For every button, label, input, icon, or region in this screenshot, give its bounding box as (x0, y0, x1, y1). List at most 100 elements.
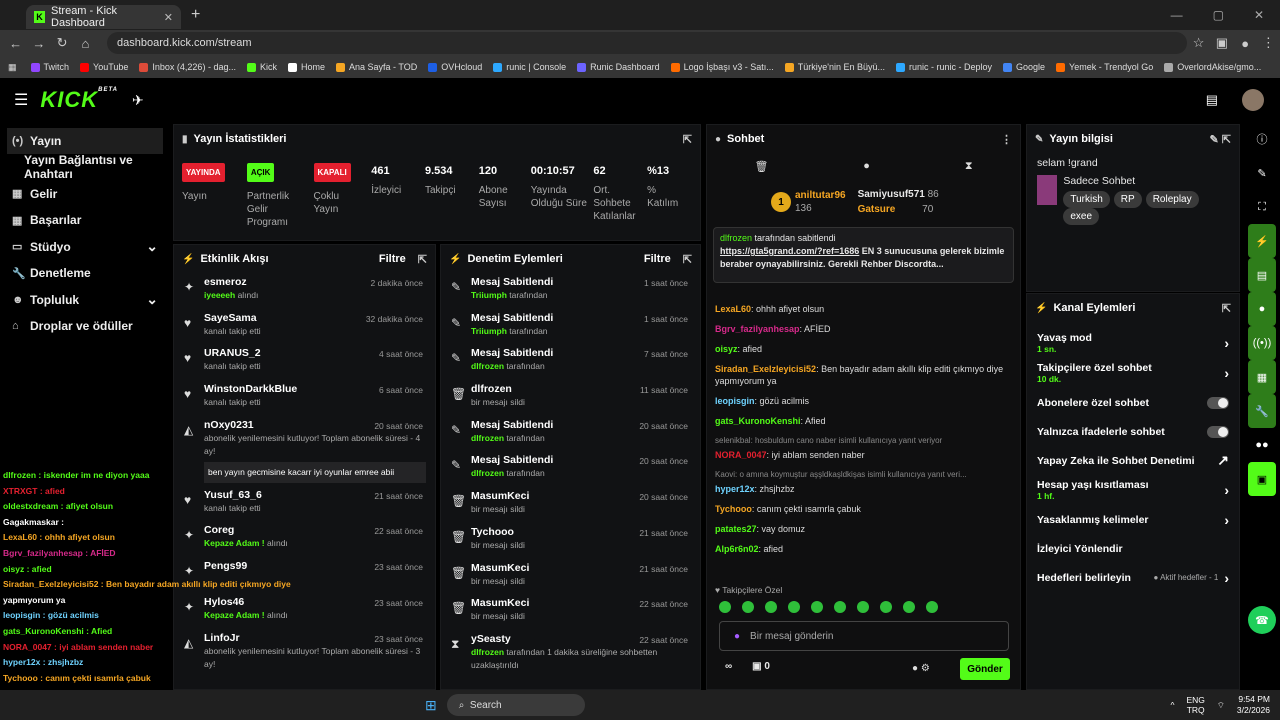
emote-icon[interactable] (788, 601, 800, 613)
bookmark-item[interactable]: Kick (246, 62, 277, 72)
home-icon[interactable]: ⌂ (74, 36, 97, 51)
gift-icon[interactable]: ▣ (1248, 462, 1276, 496)
bookmark-item[interactable]: YouTube (80, 62, 128, 72)
bookmark-item[interactable]: Inbox (4,226) - dag... (139, 62, 236, 72)
chat-username[interactable]: Alp6r6n02 (715, 544, 759, 554)
emote-icon[interactable] (857, 601, 869, 613)
pin-icon[interactable]: ✈ (132, 92, 144, 109)
hamburger-menu-icon[interactable]: ☰ (14, 90, 28, 110)
chat-username[interactable]: hyper12x (715, 484, 755, 494)
users-icon[interactable]: ●● (1248, 428, 1276, 462)
filter-button[interactable]: Filtre (644, 253, 671, 265)
feed-row[interactable]: ✎ Mesaj Sabitlendi dlfrozen tarafından 20 s… (441, 451, 700, 487)
chevron-right-icon[interactable]: › (1224, 512, 1229, 528)
new-tab-icon[interactable]: + (191, 6, 200, 24)
edit-icon[interactable]: ✎ ⇱ (1210, 133, 1232, 146)
windows-start-icon[interactable]: ⊞ (425, 697, 437, 714)
feed-row[interactable]: 🗑 dlfrozen bir mesajı sildi 11 saat önce (441, 380, 700, 416)
chat-username[interactable]: NORA_0047 (715, 450, 767, 460)
feed-row[interactable]: 🗑 MasumKeci bir mesajı sildi 22 saat önce (441, 594, 700, 630)
bookmark-item[interactable]: runic | Console (493, 62, 566, 72)
emote-icon[interactable] (765, 601, 777, 613)
bookmark-item[interactable]: Türkiye'nin En Büyü... (784, 62, 885, 72)
emote-icon[interactable] (926, 601, 938, 613)
avatar[interactable] (1242, 89, 1264, 111)
chat-username[interactable]: LexaL60 (715, 304, 751, 314)
kick-logo[interactable]: KICKBETA (40, 87, 118, 113)
feed-row[interactable]: ✎ Mesaj Sabitlendi dlfrozen tarafından 7 sa… (441, 344, 700, 380)
feed-row[interactable]: ✎ Mesaj Sabitlendi Triiumph tarafından 1 sa… (441, 309, 700, 345)
notes-icon[interactable]: ▤ (1248, 258, 1276, 292)
channel-action-row[interactable]: Hedefleri belirleyin ● Aktif hedefler - 1… (1027, 563, 1239, 592)
chat-message[interactable]: Tychooo: canım çekti ısamrla çabuk (707, 503, 1020, 515)
bookmark-item[interactable]: Home (287, 62, 325, 72)
emote-icon[interactable] (742, 601, 754, 613)
feed-row[interactable]: ♥ WinstonDarkkBlue kanalı takip etti 6 saat… (174, 380, 435, 416)
bookmark-item[interactable]: OVHcloud (428, 62, 482, 72)
fullscreen-icon[interactable]: ⛶ (1248, 190, 1276, 224)
chat-bubble-icon[interactable]: ● (863, 160, 870, 172)
chevron-right-icon[interactable]: ↗ (1217, 452, 1229, 469)
pinned-link[interactable]: https://gta5grand.com/?ref=1686 (720, 246, 859, 256)
chat-username[interactable]: Siradan_Exelzleyicisi52 (715, 364, 816, 374)
emote-icon[interactable] (903, 601, 915, 613)
feed-row[interactable]: ✦ Coreg Kepaze Adam ! alındı 22 saat önce (174, 521, 435, 557)
emote-icon[interactable] (719, 601, 731, 613)
sidebar-item[interactable]: ⌂ Droplar ve ödüller (0, 313, 170, 340)
stream-tag[interactable]: RP (1113, 191, 1142, 208)
feed-row[interactable]: ♥ Yusuf_63_6 kanalı takip etti 21 saat önce (174, 486, 435, 522)
feed-row[interactable]: ♥ SayeSama kanalı takip etti 32 dakika önce (174, 309, 435, 345)
channel-action-row[interactable]: Yasaklanmış kelimeler › (1027, 505, 1239, 534)
support-icon[interactable]: ☎ (1248, 606, 1276, 634)
trash-icon[interactable]: 🗑 (754, 160, 768, 173)
close-window-icon[interactable]: ✕ (1254, 8, 1264, 22)
browser-tab[interactable]: K Stream - Kick Dashboard ✕ (26, 5, 181, 29)
bookmark-item[interactable]: OverlordAkise/gmo... (1164, 62, 1261, 72)
channel-action-row[interactable]: Yavaş mod 1 sn. › (1027, 328, 1239, 358)
pinned-message[interactable]: dlfrozen tarafından sabitlendi https://g… (713, 227, 1014, 283)
points-icon[interactable]: ∞ (725, 661, 732, 672)
sidebar-item[interactable]: 🔧 Denetleme (0, 260, 170, 287)
profile-icon[interactable]: ● (1234, 36, 1257, 51)
channel-action-row[interactable]: Hesap yaşı kısıtlaması 1 hf. › (1027, 475, 1239, 505)
chat-input[interactable]: ● Bir mesaj gönderin (719, 621, 1009, 651)
chevron-down-icon[interactable]: ⌄ (146, 291, 158, 308)
chat-message[interactable]: Alp6r6n02: afied (707, 543, 1020, 555)
emote-icon[interactable] (880, 601, 892, 613)
lang-indicator[interactable]: ENG (1186, 695, 1204, 705)
popout-icon[interactable]: ⇱ (1222, 302, 1231, 315)
chat-username[interactable]: leopisgin (715, 396, 755, 406)
chat-message[interactable]: gats_KuronoKenshi: Afied (707, 415, 1020, 427)
chat-message[interactable]: oisyz: afied (707, 343, 1020, 355)
chat-settings-icon[interactable]: ● ⚙ (912, 663, 930, 674)
stream-tag[interactable]: Roleplay (1145, 191, 1199, 208)
popout-icon[interactable]: ⇱ (418, 253, 427, 266)
url-input[interactable]: dashboard.kick.com/stream (107, 32, 1187, 54)
feed-row[interactable]: ◭ nOxy0231 abonelik yenilemesini kutluyor!… (174, 416, 435, 486)
sidebar-item[interactable]: ▦ Başarılar (0, 207, 170, 234)
feed-row[interactable]: ♥ URANUS_2 kanalı takip etti 4 saat önce (174, 344, 435, 380)
forward-icon[interactable]: → (27, 36, 50, 51)
filter-button[interactable]: Filtre (379, 253, 406, 265)
toggle-switch[interactable] (1207, 425, 1229, 438)
chat-icon[interactable]: ● (1248, 292, 1276, 326)
feed-row[interactable]: ✎ Mesaj Sabitlendi dlfrozen tarafından 20 s… (441, 416, 700, 452)
emote-icon[interactable] (834, 601, 846, 613)
chat-username[interactable]: Tychooo (715, 504, 752, 514)
close-tab-icon[interactable]: ✕ (164, 11, 173, 24)
bookmark-item[interactable]: Twitch (30, 62, 69, 72)
channel-action-row[interactable]: İzleyici Yönlendir (1027, 534, 1239, 563)
info-icon[interactable]: ⓘ (1248, 122, 1276, 156)
reload-icon[interactable]: ↻ (51, 35, 74, 51)
hourglass-icon[interactable]: ⧗ (965, 160, 973, 173)
chat-message[interactable]: Bgrv_fazilyanhesap: AFİED (707, 323, 1020, 335)
sidebar-item[interactable]: ▦ Gelir (0, 181, 170, 208)
popout-icon[interactable]: ⇱ (683, 133, 692, 146)
sidebar-item[interactable]: ▭ Stüdyo ⌄ (0, 234, 170, 261)
feed-row[interactable]: ◭ LinfoJr abonelik yenilemesini kutluyor! … (174, 629, 435, 674)
sidebar-item[interactable]: Yayın Bağlantısı ve Anahtarı (0, 153, 170, 181)
send-button[interactable]: Gönder (960, 658, 1010, 680)
chat-message[interactable]: patates27: vay domuz (707, 523, 1020, 535)
toggle-switch[interactable] (1207, 396, 1229, 409)
bookmark-item[interactable]: runic - runic - Deploy (895, 62, 992, 72)
